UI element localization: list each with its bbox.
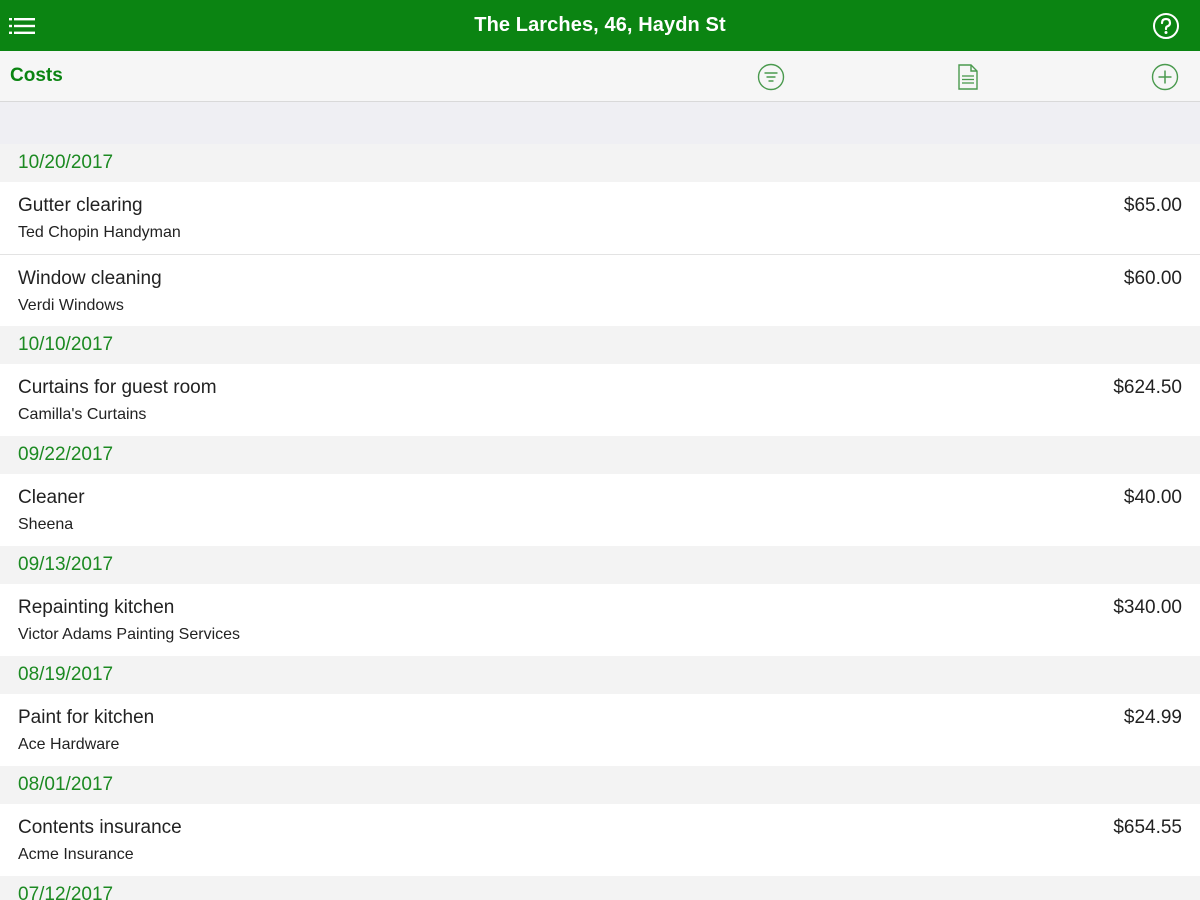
cost-title: Paint for kitchen	[18, 707, 155, 728]
cost-title: Curtains for guest room	[18, 377, 217, 398]
cost-row[interactable]: Gutter clearing Ted Chopin Handyman $65.…	[0, 182, 1200, 254]
app-window: The Larches, 46, Haydn St Costs 10/20/20…	[0, 0, 1200, 900]
cost-amount: $24.99	[1123, 707, 1182, 728]
cost-row[interactable]: Window cleaning Verdi Windows $60.00	[0, 254, 1200, 326]
cost-vendor: Sheena	[18, 516, 74, 533]
page-title: The Larches, 46, Haydn St	[474, 14, 726, 36]
cost-vendor: Verdi Windows	[18, 297, 124, 314]
plus-circle-icon[interactable]	[1151, 63, 1179, 91]
cost-row[interactable]: Contents insurance Acme Insurance $654.5…	[0, 804, 1200, 876]
top-bar: The Larches, 46, Haydn St	[0, 0, 1200, 51]
cost-title: Gutter clearing	[18, 195, 143, 216]
cost-title: Window cleaning	[18, 268, 162, 289]
document-icon[interactable]	[954, 63, 982, 91]
hamburger-icon[interactable]	[8, 13, 36, 39]
date-header: 09/22/2017	[0, 436, 1200, 474]
section-title: Costs	[10, 65, 63, 86]
cost-amount: $60.00	[1123, 268, 1182, 289]
date-header: 08/19/2017	[0, 656, 1200, 694]
question-circle-icon[interactable]	[1152, 12, 1180, 40]
costs-list: 10/20/2017 Gutter clearing Ted Chopin Ha…	[0, 144, 1200, 900]
date-header: 10/20/2017	[0, 144, 1200, 182]
cost-amount: $654.55	[1113, 817, 1182, 838]
date-header: 08/01/2017	[0, 766, 1200, 804]
toolbar: Costs	[0, 51, 1200, 102]
cost-row[interactable]: Cleaner Sheena $40.00	[0, 474, 1200, 546]
cost-vendor: Ace Hardware	[18, 736, 120, 753]
cost-title: Contents insurance	[18, 817, 182, 838]
date-header: 10/10/2017	[0, 326, 1200, 364]
cost-title: Cleaner	[18, 487, 85, 508]
cost-row[interactable]: Repainting kitchen Victor Adams Painting…	[0, 584, 1200, 656]
date-header: 09/13/2017	[0, 546, 1200, 584]
cost-title: Repainting kitchen	[18, 597, 175, 618]
cost-amount: $40.00	[1123, 487, 1182, 508]
cost-amount: $624.50	[1113, 377, 1182, 398]
list-spacer	[0, 102, 1200, 144]
cost-vendor: Victor Adams Painting Services	[18, 626, 241, 643]
cost-amount: $340.00	[1113, 597, 1182, 618]
filter-icon[interactable]	[757, 63, 785, 91]
cost-vendor: Ted Chopin Handyman	[18, 224, 181, 241]
cost-row[interactable]: Paint for kitchen Ace Hardware $24.99	[0, 694, 1200, 766]
date-header: 07/12/2017	[0, 876, 1200, 900]
cost-row[interactable]: Curtains for guest room Camilla's Curtai…	[0, 364, 1200, 436]
cost-vendor: Acme Insurance	[18, 846, 134, 863]
cost-amount: $65.00	[1123, 195, 1182, 216]
cost-vendor: Camilla's Curtains	[18, 406, 147, 423]
